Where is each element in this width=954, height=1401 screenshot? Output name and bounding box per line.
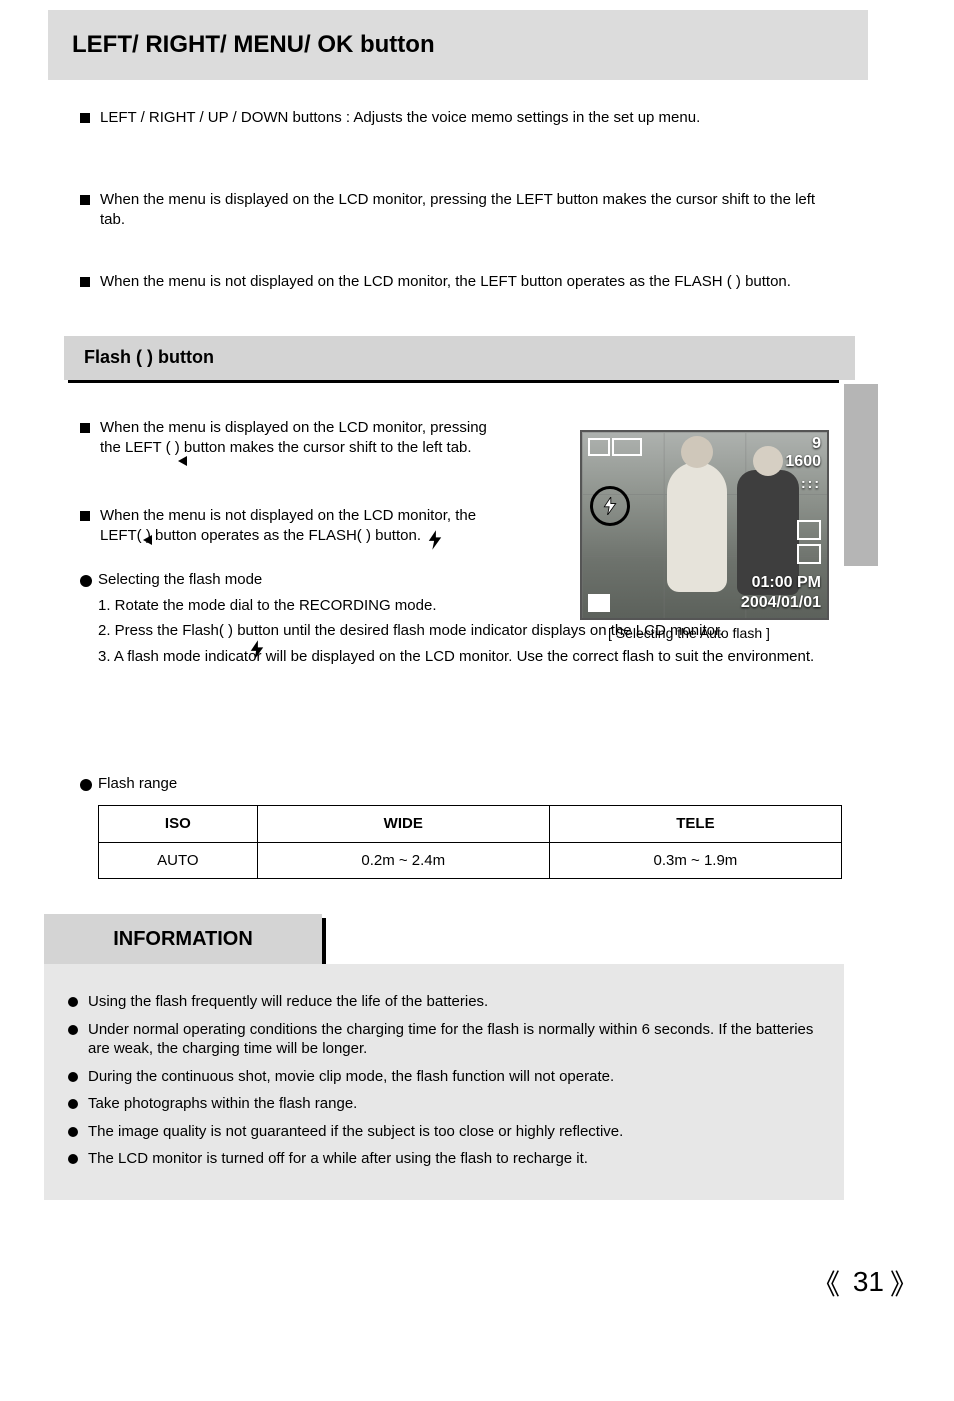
bullet-left-right-menu: LEFT / RIGHT / UP / DOWN buttons : Adjus… <box>80 108 840 128</box>
circle-bullet-icon <box>68 1127 78 1137</box>
text: LEFT / RIGHT / UP / DOWN buttons : Adjus… <box>100 108 700 128</box>
text: The image quality is not guaranteed if t… <box>88 1122 623 1142</box>
time: 01:00 PM <box>752 573 821 594</box>
info-item: The LCD monitor is turned off for a whil… <box>68 1149 820 1169</box>
text: The LCD monitor is turned off for a whil… <box>88 1149 588 1169</box>
page-bracket-right: 》 <box>890 1268 918 1304</box>
text: Flash ( ) button <box>84 346 214 369</box>
cell: AUTO <box>99 842 258 879</box>
left-arrow-icon <box>143 535 152 545</box>
square-bullet-icon <box>80 195 90 205</box>
col-iso: ISO <box>99 806 258 843</box>
info-box: Using the flash frequently will reduce t… <box>44 964 844 1200</box>
sharpness-icon <box>797 520 821 540</box>
flash-section-title: Flash ( ) button <box>64 336 855 380</box>
bullet-menu-flash-fallback: When the menu is not displayed on the LC… <box>80 272 840 292</box>
circle-bullet-icon <box>68 1099 78 1109</box>
resolution: 1600 <box>785 452 821 473</box>
text: When the menu is not displayed on the LC… <box>100 506 476 545</box>
square-bullet-icon <box>80 277 90 287</box>
text: Take photographs within the flash range. <box>88 1094 357 1114</box>
circle-bullet-icon <box>68 1072 78 1082</box>
left-arrow-icon <box>178 456 187 466</box>
info-title: INFORMATION <box>44 914 322 964</box>
step-3: 3. A flash mode indicator will be displa… <box>98 647 838 667</box>
square-bullet-icon <box>80 511 90 521</box>
flash-icon <box>427 530 443 550</box>
flash-bullet-2: When the menu is not displayed on the LC… <box>80 506 570 545</box>
cell: 0.2m ~ 2.4m <box>257 842 549 879</box>
side-tab <box>844 384 878 566</box>
flash-bullet-1: When the menu is displayed on the LCD mo… <box>80 418 570 457</box>
camera-mode-icon <box>588 438 610 456</box>
person-figure <box>667 462 727 592</box>
text: During the continuous shot, movie clip m… <box>88 1067 614 1087</box>
table-row: AUTO 0.2m ~ 2.4m 0.3m ~ 1.9m <box>99 842 842 879</box>
info-item: During the continuous shot, movie clip m… <box>68 1067 820 1087</box>
text: When the menu is not displayed on the LC… <box>100 272 791 292</box>
text: Using the flash frequently will reduce t… <box>88 992 488 1012</box>
info-item: The image quality is not guaranteed if t… <box>68 1122 820 1142</box>
circle-bullet-icon <box>68 997 78 1007</box>
battery-icon <box>612 438 642 456</box>
page-bracket-left: 《 <box>812 1268 840 1304</box>
flash-icon <box>249 640 265 660</box>
date: 2004/01/01 <box>741 593 821 614</box>
flash-range-label: Flash range <box>98 774 838 794</box>
cell: 0.3m ~ 1.9m <box>549 842 841 879</box>
card-icon <box>797 544 821 564</box>
col-tele: TELE <box>549 806 841 843</box>
table-header-row: ISO WIDE TELE <box>99 806 842 843</box>
circle-bullet-icon <box>80 575 92 587</box>
quality-icon: ::: <box>801 474 821 492</box>
info-item: Take photographs within the flash range. <box>68 1094 820 1114</box>
flash-range-table: ISO WIDE TELE AUTO 0.2m ~ 2.4m 0.3m ~ 1.… <box>98 805 842 879</box>
text: Under normal operating conditions the ch… <box>88 1020 820 1059</box>
line-a: When the menu is displayed on the LCD mo… <box>100 419 487 436</box>
lcd-caption: [ Selecting the Auto flash ] <box>608 624 770 642</box>
col-wide: WIDE <box>257 806 549 843</box>
circle-bullet-icon <box>80 779 92 791</box>
info-item: Using the flash frequently will reduce t… <box>68 992 820 1012</box>
lcd-preview: 9 1600 ::: 01:00 PM 2004/01/01 <box>580 430 829 620</box>
square-bullet-icon <box>80 113 90 123</box>
info-item: Under normal operating conditions the ch… <box>68 1020 820 1059</box>
text: When the menu is displayed on the LCD mo… <box>100 418 487 457</box>
circle-bullet-icon <box>68 1025 78 1035</box>
line-b: the LEFT ( ) button makes the cursor shi… <box>100 439 472 456</box>
square-bullet-icon <box>80 423 90 433</box>
page-header: LEFT/ RIGHT/ MENU/ OK button <box>48 10 868 80</box>
circle-bullet-icon <box>68 1154 78 1164</box>
storage-icon <box>588 594 610 612</box>
page-number: 31 <box>853 1264 884 1300</box>
flash-auto-icon <box>602 497 618 515</box>
text: When the menu is displayed on the LCD mo… <box>100 190 840 229</box>
bullet-menu-left-shift: When the menu is displayed on the LCD mo… <box>80 190 840 229</box>
line-a: When the menu is not displayed on the LC… <box>100 507 476 524</box>
flash-indicator-highlight <box>590 486 630 526</box>
